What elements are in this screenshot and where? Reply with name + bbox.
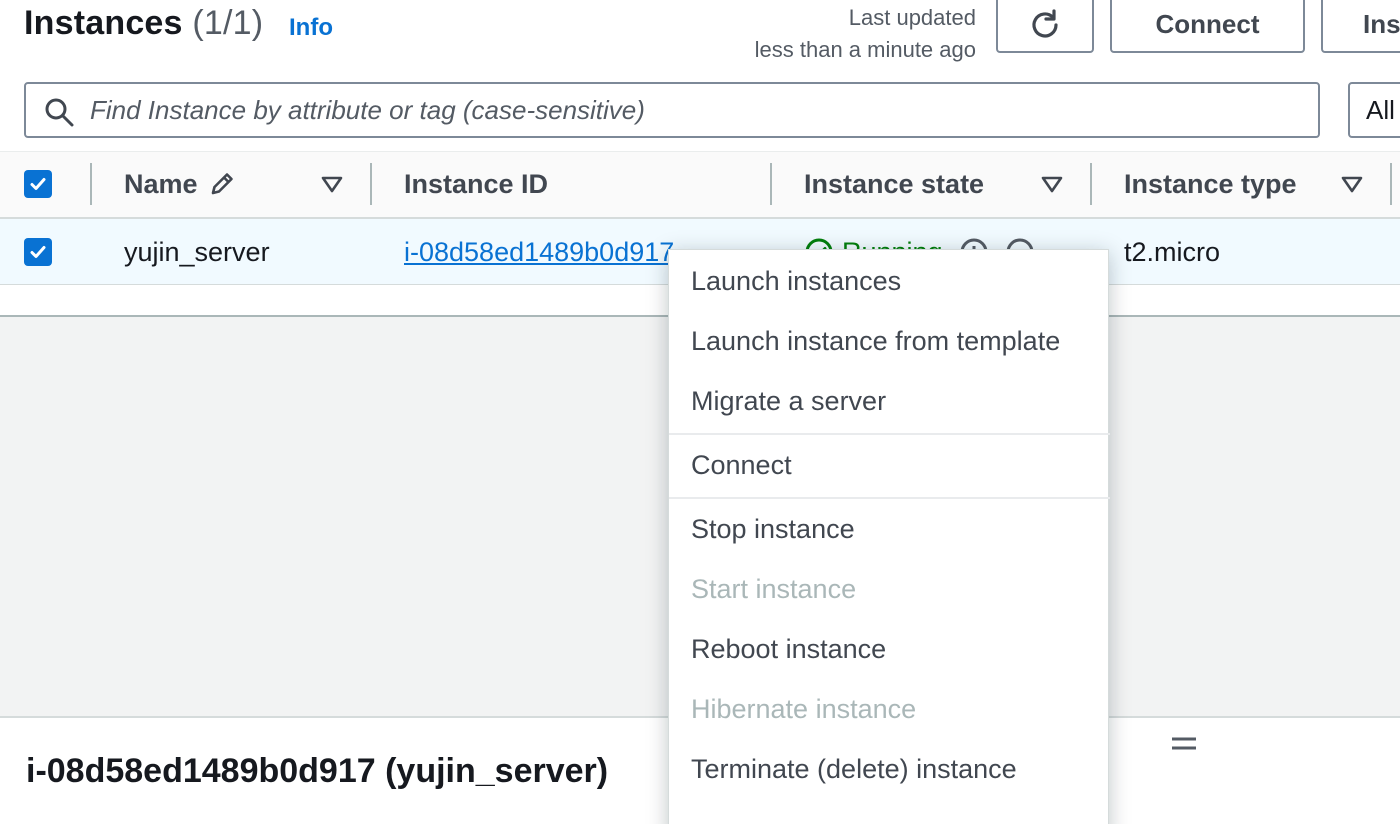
launch-instances-button[interactable]: Ins	[1321, 0, 1400, 53]
menu-divider	[669, 497, 1110, 499]
details-title: i-08d58ed1489b0d917 (yujin_server)	[26, 752, 609, 790]
search-input[interactable]	[90, 90, 1290, 130]
actions-dropdown-menu: Launch instances Launch instance from te…	[668, 249, 1110, 824]
pencil-icon	[211, 173, 233, 195]
menu-item-launch-from-template[interactable]: Launch instance from template	[691, 321, 1060, 361]
menu-item-hibernate-instance: Hibernate instance	[691, 694, 917, 724]
checkmark-icon	[30, 178, 46, 190]
column-separator	[1390, 163, 1392, 205]
column-separator	[1090, 163, 1092, 205]
search-bar	[24, 82, 1320, 138]
last-updated-label: Last updated	[848, 5, 976, 30]
filter-down-icon[interactable]	[1040, 175, 1064, 195]
column-header-instance-id[interactable]: Instance ID	[404, 151, 548, 217]
menu-item-connect[interactable]: Connect	[691, 445, 792, 485]
filter-down-icon[interactable]	[320, 175, 344, 195]
page-title-text: Instances	[24, 4, 183, 42]
search-icon	[45, 98, 74, 127]
menu-item-terminate-instance[interactable]: Terminate (delete) instance	[691, 749, 1017, 789]
filter-down-icon[interactable]	[1340, 175, 1364, 195]
column-header-instance-type[interactable]: Instance type	[1124, 151, 1297, 217]
column-header-instance-state[interactable]: Instance state	[804, 151, 984, 217]
menu-item-start-instance: Start instance	[691, 574, 857, 604]
instance-count: (1/1)	[192, 4, 264, 42]
cell-instance-id: i-08d58ed1489b0d917	[404, 219, 674, 285]
last-updated: Last updated less than a minute ago	[755, 2, 976, 66]
checkmark-icon	[30, 246, 46, 258]
menu-item-launch-instances[interactable]: Launch instances	[691, 261, 901, 301]
filter-select[interactable]: All	[1348, 82, 1400, 138]
refresh-icon	[1032, 8, 1058, 38]
column-separator	[370, 163, 372, 205]
column-header-label: Name	[124, 168, 198, 199]
page-title: Instances (1/1)	[24, 4, 263, 43]
cell-name: yujin_server	[124, 236, 270, 267]
resize-handle-icon[interactable]	[1170, 728, 1198, 762]
row-checkbox[interactable]	[24, 238, 52, 266]
refresh-button[interactable]	[996, 0, 1094, 53]
last-updated-time: less than a minute ago	[754, 37, 976, 62]
select-all-checkbox[interactable]	[24, 170, 52, 198]
info-link[interactable]: Info	[289, 14, 333, 42]
menu-item-reboot-instance[interactable]: Reboot instance	[691, 629, 886, 669]
column-header-name[interactable]: Name	[124, 151, 236, 217]
menu-divider	[669, 433, 1110, 435]
menu-item-stop-instance[interactable]: Stop instance	[691, 509, 855, 549]
cell-instance-type: t2.micro	[1124, 236, 1221, 267]
column-separator	[90, 163, 92, 205]
menu-item-migrate-server[interactable]: Migrate a server	[691, 381, 886, 421]
column-separator	[770, 163, 772, 205]
instance-id-link[interactable]: i-08d58ed1489b0d917	[404, 237, 674, 268]
connect-button[interactable]: Connect	[1110, 0, 1305, 53]
